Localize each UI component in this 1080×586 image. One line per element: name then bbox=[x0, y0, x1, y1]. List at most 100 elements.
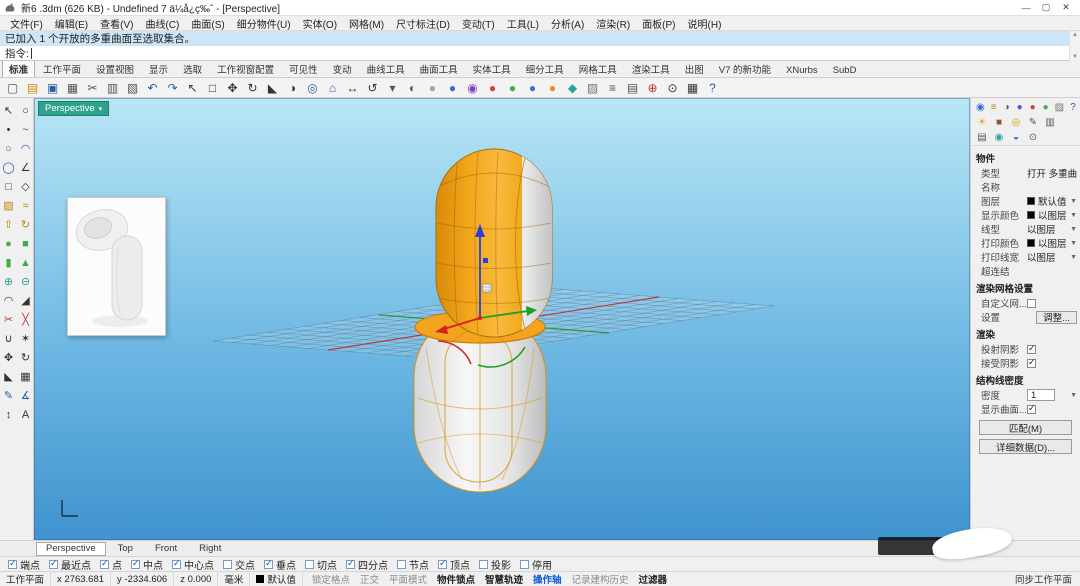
toolbar-tab[interactable]: 出图 bbox=[678, 60, 711, 77]
dimension-icon[interactable]: ↕ bbox=[0, 405, 17, 424]
osnap-toggle[interactable]: 节点 bbox=[397, 557, 429, 572]
chamfer-icon[interactable]: ◢ bbox=[17, 291, 34, 310]
toolbar-tab[interactable]: 细分工具 bbox=[519, 60, 571, 77]
material-green-icon[interactable]: ● bbox=[503, 79, 522, 97]
show-surface-checkbox[interactable] bbox=[1027, 405, 1036, 414]
libraries-panel-icon[interactable]: ▥ bbox=[1044, 116, 1056, 128]
box-icon[interactable]: ■ bbox=[17, 234, 34, 253]
match-button[interactable]: 匹配(M) bbox=[979, 420, 1072, 435]
polygon-icon[interactable]: ◇ bbox=[17, 177, 34, 196]
osnap-checkbox[interactable] bbox=[49, 560, 58, 569]
menu-item[interactable]: 查看(V) bbox=[94, 16, 139, 31]
toolbar-tab[interactable]: 可见性 bbox=[282, 60, 325, 77]
cut-icon[interactable]: ✂ bbox=[83, 79, 102, 97]
open-file-icon[interactable]: ▤ bbox=[23, 79, 42, 97]
properties-panel-icon[interactable]: ◉ bbox=[976, 101, 985, 113]
osnap-toggle[interactable]: 停用 bbox=[520, 557, 552, 572]
toolbar-tab[interactable]: XNurbs bbox=[779, 63, 825, 77]
rotate-tool-icon[interactable]: ↻ bbox=[17, 348, 34, 367]
move-tool-icon[interactable]: ✥ bbox=[0, 348, 17, 367]
display-color-dropdown[interactable]: 以图层 ▼ bbox=[1027, 208, 1077, 222]
ellipse-icon[interactable]: ◯ bbox=[0, 158, 17, 177]
lights-panel-icon[interactable]: ◎ bbox=[1010, 116, 1022, 128]
menu-item[interactable]: 尺寸标注(D) bbox=[390, 16, 456, 31]
osnap-checkbox[interactable] bbox=[346, 560, 355, 569]
notes-panel-icon[interactable]: ✎ bbox=[1027, 116, 1039, 128]
texture-panel-icon[interactable]: ▨ bbox=[1055, 101, 1064, 113]
polyline-icon[interactable]: ∠ bbox=[17, 158, 34, 177]
select-pointer-icon[interactable]: ↖ bbox=[0, 101, 17, 120]
menu-item[interactable]: 分析(A) bbox=[545, 16, 590, 31]
surface-icon[interactable]: ▨ bbox=[0, 196, 17, 215]
material-teal-icon[interactable]: ◆ bbox=[563, 79, 582, 97]
close-button[interactable]: ✕ bbox=[1056, 1, 1076, 15]
viewport-tab[interactable]: Front bbox=[145, 542, 187, 556]
extrude-icon[interactable]: ⇧ bbox=[0, 215, 17, 234]
osnap-toggle[interactable]: 切点 bbox=[305, 557, 337, 572]
toolbar-tab[interactable]: SubD bbox=[826, 63, 864, 77]
osnap-checkbox[interactable] bbox=[8, 560, 17, 569]
menu-item[interactable]: 网格(M) bbox=[343, 16, 390, 31]
arc-icon[interactable]: ◠ bbox=[17, 139, 34, 158]
status-toggle[interactable]: 过滤器 bbox=[639, 572, 668, 586]
command-area[interactable]: 已加入 1 个开放的多重曲面至选取集合。 指令: ▲ ▼ bbox=[0, 31, 1080, 61]
circle-icon[interactable]: ○ bbox=[0, 139, 17, 158]
custom-mesh-checkbox[interactable] bbox=[1027, 299, 1036, 308]
cone-icon[interactable]: ▲ bbox=[17, 253, 34, 272]
current-layer-cell[interactable]: 默认值 bbox=[250, 572, 303, 586]
osnap-checkbox[interactable] bbox=[397, 560, 406, 569]
texture-icon[interactable]: ▨ bbox=[583, 79, 602, 97]
sphere-icon[interactable]: ● bbox=[0, 234, 17, 253]
point-icon[interactable]: • bbox=[0, 120, 17, 139]
environment-panel-icon[interactable]: ● bbox=[1042, 101, 1050, 113]
details-button[interactable]: 详细数据(D)... bbox=[979, 439, 1072, 454]
capsule-object[interactable] bbox=[414, 149, 552, 492]
osnap-checkbox[interactable] bbox=[131, 560, 140, 569]
move-icon[interactable]: ✥ bbox=[223, 79, 242, 97]
status-toggle[interactable]: 正交 bbox=[360, 572, 379, 586]
scale-tool-icon[interactable]: ◣ bbox=[0, 367, 17, 386]
toolbar-tab[interactable]: 曲线工具 bbox=[360, 60, 412, 77]
zoom-extents-icon[interactable]: ⌂ bbox=[323, 79, 342, 97]
scale-icon[interactable]: ◣ bbox=[263, 79, 282, 97]
curve-icon[interactable]: ~ bbox=[17, 120, 34, 139]
loft-icon[interactable]: ≈ bbox=[17, 196, 34, 215]
osnap-toggle[interactable]: 点 bbox=[100, 557, 122, 572]
status-toggle[interactable]: 智慧轨迹 bbox=[485, 572, 523, 586]
menu-item[interactable]: 工具(L) bbox=[501, 16, 545, 31]
menu-item[interactable]: 说明(H) bbox=[682, 16, 728, 31]
layer-dropdown[interactable]: 默认值 ▼ bbox=[1027, 194, 1077, 208]
adjust-mesh-button[interactable]: 调整... bbox=[1036, 311, 1077, 324]
array-icon[interactable]: ▦ bbox=[17, 367, 34, 386]
osnap-toggle[interactable]: 中点 bbox=[131, 557, 163, 572]
material-blue-icon[interactable]: ● bbox=[523, 79, 542, 97]
copy-icon[interactable]: ▥ bbox=[103, 79, 122, 97]
menu-item[interactable]: 文件(F) bbox=[4, 16, 49, 31]
status-toggle[interactable]: 锁定格点 bbox=[312, 572, 350, 586]
minimize-button[interactable]: — bbox=[1016, 1, 1036, 15]
analyze-icon[interactable]: ∡ bbox=[17, 386, 34, 405]
zoom-icon[interactable]: ◎ bbox=[303, 79, 322, 97]
viewport-tab[interactable]: Perspective bbox=[36, 542, 106, 556]
menu-item[interactable]: 细分物件(U) bbox=[231, 16, 297, 31]
toolbar-tab[interactable]: V7 的新功能 bbox=[712, 60, 778, 77]
pan-icon[interactable]: ↔ bbox=[343, 79, 362, 97]
menu-item[interactable]: 变动(T) bbox=[456, 16, 501, 31]
osnap-checkbox[interactable] bbox=[438, 560, 447, 569]
materials-panel-icon[interactable]: ● bbox=[1029, 101, 1037, 113]
osnap-checkbox[interactable] bbox=[479, 560, 488, 569]
save-file-icon[interactable]: ▣ bbox=[43, 79, 62, 97]
osnap-toggle[interactable]: 投影 bbox=[479, 557, 511, 572]
viewport-title-menu[interactable]: Perspective ▾ bbox=[38, 101, 109, 116]
toolbar-tab[interactable]: 设置视图 bbox=[89, 60, 141, 77]
undo-icon[interactable]: ↶ bbox=[143, 79, 162, 97]
menu-item[interactable]: 实体(O) bbox=[297, 16, 343, 31]
toolbar-tab[interactable]: 工作视窗配置 bbox=[210, 60, 281, 77]
reference-image[interactable] bbox=[67, 197, 166, 336]
command-prompt-line[interactable]: 指令: bbox=[0, 46, 1080, 61]
toolbar-tab[interactable]: 标准 bbox=[2, 60, 35, 77]
settings-panel-icon[interactable]: ⊙ bbox=[1027, 131, 1039, 143]
menu-item[interactable]: 曲面(S) bbox=[185, 16, 230, 31]
scroll-down-icon[interactable]: ▼ bbox=[1072, 54, 1078, 60]
toolbar-tab[interactable]: 工作平面 bbox=[36, 60, 88, 77]
